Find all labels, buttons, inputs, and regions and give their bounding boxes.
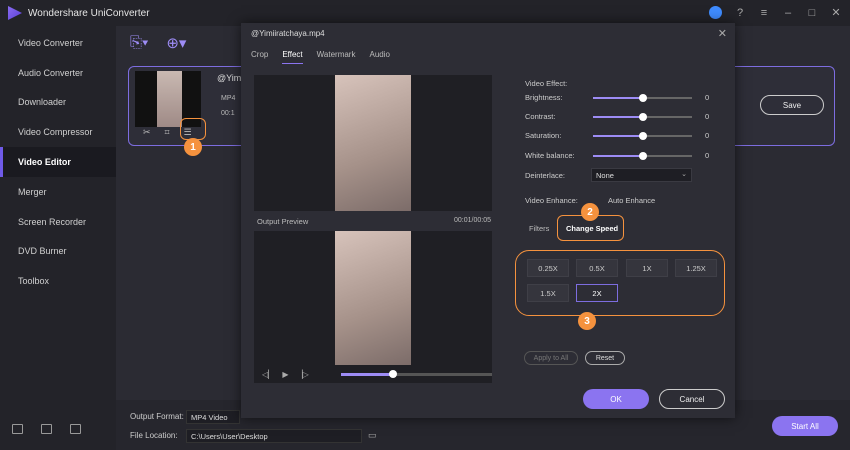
saturation-value: 0 [705,131,710,140]
crop-icon[interactable]: ⌗ [165,127,170,138]
sidebar-item-screen-recorder[interactable]: Screen Recorder [0,207,116,237]
callout-badge-3: 3 [578,312,596,330]
contrast-slider[interactable] [593,113,692,121]
saturation-handle[interactable] [638,132,647,140]
user-avatar-icon[interactable] [709,6,722,19]
sidebar-item-video-converter[interactable]: Video Converter [0,28,116,58]
video-frame [335,75,411,211]
callout-box-effect-icon [180,118,206,140]
folder-icon[interactable]: ▭ [368,430,377,441]
deinterlace-value: None [596,170,614,180]
file-location-select[interactable]: C:\Users\User\Desktop [186,429,362,443]
sidebar-item-dvd-burner[interactable]: DVD Burner [0,237,116,267]
file-location-label: File Location: [130,431,178,440]
sidebar-item-audio-converter[interactable]: Audio Converter [0,58,116,88]
reset-button[interactable]: Reset [585,351,625,365]
contrast-value: 0 [705,112,710,121]
original-preview [254,75,492,211]
callout-badge-2: 2 [581,203,599,221]
chevron-down-icon: ⌄ [681,171,687,178]
output-preview-label: Output Preview [257,217,309,226]
sidebar-item-toolbox[interactable]: Toolbox [0,266,116,296]
tab-audio[interactable]: Audio [369,50,389,64]
cancel-button[interactable]: Cancel [659,389,725,409]
deinterlace-label: Deinterlace: [525,171,566,180]
sidebar-item-video-compressor[interactable]: Video Compressor [0,117,116,147]
contrast-label: Contrast: [525,112,556,121]
tab-watermark[interactable]: Watermark [317,50,356,64]
dialog-close-icon[interactable]: ✕ [718,27,727,40]
add-media-icon[interactable]: ⊕▾ [166,34,186,52]
trim-icon[interactable]: ✂ [143,127,151,138]
apply-to-all-button[interactable]: Apply to All [524,351,578,365]
output-format-select[interactable]: MP4 Video [186,410,240,424]
video-duration: 00:1 [221,110,235,117]
auto-enhance-checkbox[interactable]: Auto Enhance [608,196,655,205]
maximize-icon[interactable]: □ [806,7,818,19]
video-frame [335,231,411,365]
sidebar-item-merger[interactable]: Merger [0,177,116,207]
video-enhance-label: Video Enhance: [525,196,578,205]
save-button[interactable]: Save [760,95,824,115]
brightness-slider[interactable] [593,94,692,102]
add-file-icon[interactable]: ⎘▾ [130,34,148,52]
feedback-icon[interactable] [70,424,81,434]
minimize-icon[interactable]: – [782,7,794,19]
brightness-label: Brightness: [525,93,563,102]
tab-filters[interactable]: Filters [529,224,549,233]
saturation-slider[interactable] [593,132,692,140]
sidebar-item-video-editor[interactable]: Video Editor [0,147,116,177]
help-icon[interactable]: ? [734,7,746,19]
app-logo-icon [8,6,22,20]
mail-icon[interactable] [41,424,52,434]
saturation-label: Saturation: [525,131,562,140]
tab-effect[interactable]: Effect [282,50,303,64]
sidebar-item-downloader[interactable]: Downloader [0,88,116,118]
sidebar: Video Converter Audio Converter Download… [0,26,116,450]
output-time: 00:01/00:05 [454,217,491,224]
close-window-icon[interactable]: ✕ [830,6,842,19]
next-frame-icon[interactable]: ▕▷ [296,370,308,379]
app-title: Wondershare UniConverter [28,7,150,19]
ok-button[interactable]: OK [583,389,649,409]
video-format: MP4 [221,95,236,102]
callout-badge-1: 1 [184,138,202,156]
start-all-button[interactable]: Start All [772,416,838,436]
deinterlace-select[interactable]: None ⌄ [591,168,692,182]
player-controls: ◁▏ ▶ ▕▷ [254,365,492,383]
output-format-label: Output Format: [130,412,184,421]
brightness-value: 0 [705,93,710,102]
dialog-title: @Yimiiratchaya.mp4 [251,29,325,38]
playback-handle[interactable] [388,369,397,378]
video-effect-header: Video Effect: [525,79,568,88]
playback-slider[interactable] [340,369,492,378]
output-preview [254,231,492,365]
white-balance-slider[interactable] [593,152,692,160]
contrast-handle[interactable] [638,113,647,121]
tab-crop[interactable]: Crop [251,50,268,64]
book-icon[interactable] [12,424,23,434]
white-balance-handle[interactable] [638,152,647,160]
brightness-handle[interactable] [638,94,647,102]
menu-icon[interactable]: ≡ [758,7,770,19]
play-icon[interactable]: ▶ [282,370,288,379]
previous-frame-icon[interactable]: ◁▏ [262,370,274,379]
effect-dialog: @Yimiiratchaya.mp4 ✕ Crop Effect Waterma… [241,23,735,418]
callout-box-speed-options [515,250,725,316]
white-balance-label: White balance: [525,151,575,160]
white-balance-value: 0 [705,151,710,160]
